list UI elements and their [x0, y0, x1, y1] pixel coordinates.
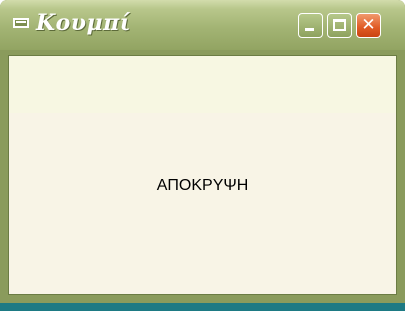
minimize-icon: [305, 28, 314, 31]
window-icon[interactable]: [13, 18, 29, 28]
taskbar-strip: [0, 303, 405, 311]
close-button[interactable]: ✕: [356, 13, 381, 38]
title-bar[interactable]: Κουμπί ✕: [0, 0, 405, 50]
app-window: Κουμπί ✕ ΑΠΟΚΡΥΨΗ: [0, 0, 405, 311]
client-top-band: [9, 56, 396, 113]
close-icon: ✕: [361, 15, 376, 35]
client-body: [9, 113, 396, 294]
window-title: Κουμπί: [36, 10, 131, 36]
hide-label: ΑΠΟΚΡΥΨΗ: [156, 177, 249, 194]
maximize-icon: [333, 19, 346, 31]
minimize-button[interactable]: [298, 13, 323, 38]
maximize-button[interactable]: [327, 13, 352, 38]
client-area: ΑΠΟΚΡΥΨΗ: [8, 55, 397, 295]
